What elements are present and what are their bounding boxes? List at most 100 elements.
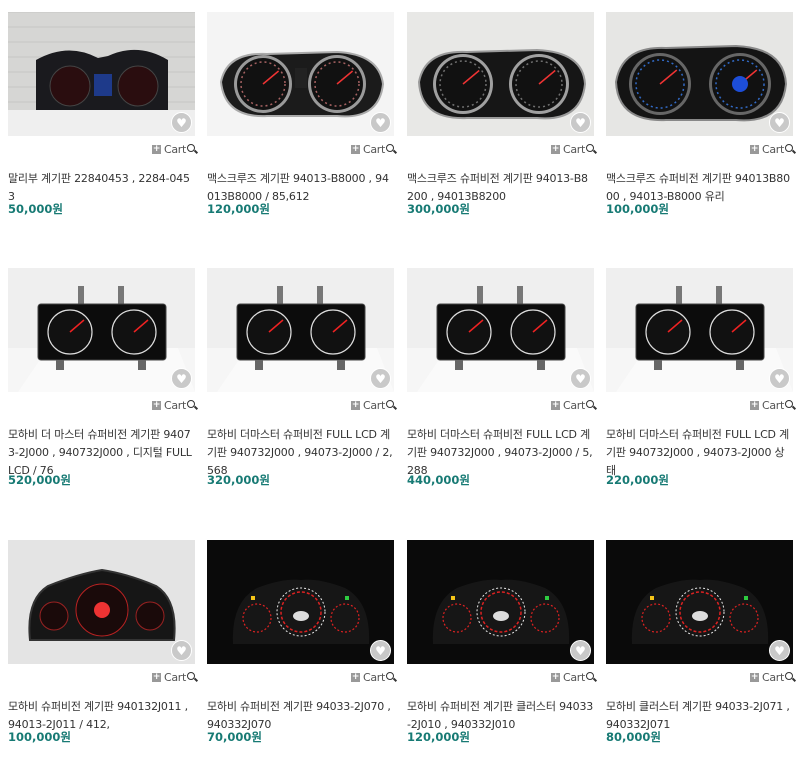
product-card[interactable]: ♥ + Cart 모하비 더마스터 슈퍼비전 FULL LCD 계기판 94073… — [407, 268, 594, 487]
product-image[interactable] — [606, 268, 793, 392]
plus-icon: + — [749, 399, 759, 410]
wishlist-heart-icon[interactable]: ♥ — [370, 112, 391, 133]
search-icon[interactable] — [386, 672, 394, 680]
wishlist-heart-icon[interactable]: ♥ — [570, 640, 591, 661]
search-icon[interactable] — [586, 672, 594, 680]
search-icon[interactable] — [187, 400, 195, 408]
add-to-cart-button[interactable]: + Cart — [550, 142, 594, 156]
search-icon[interactable] — [386, 144, 394, 152]
product-card[interactable]: ♥ + Cart 모하비 클러스터 계기판 94033-2J071 , 94033… — [606, 540, 793, 744]
product-card[interactable]: ♥ + Cart 맥스크루즈 슈퍼비전 계기판 94013B8000 , 9401… — [606, 12, 793, 216]
add-to-cart-button[interactable]: + Cart — [151, 142, 195, 156]
product-card[interactable]: ♥ + Cart 말리부 계기판 22840453 , 2284-0453 50,… — [8, 12, 195, 216]
dashboard-photo — [606, 12, 793, 136]
add-to-cart-button[interactable]: + Cart — [749, 670, 793, 684]
dashboard-photo — [207, 540, 394, 664]
add-to-cart-button[interactable]: + Cart — [151, 670, 195, 684]
wishlist-heart-icon[interactable]: ♥ — [171, 640, 192, 661]
product-price: 100,000원 — [8, 730, 71, 744]
product-price: 120,000원 — [207, 202, 270, 216]
plus-icon: + — [550, 399, 560, 410]
product-image[interactable] — [606, 540, 793, 664]
product-price: 440,000원 — [407, 473, 470, 487]
wishlist-heart-icon[interactable]: ♥ — [570, 368, 591, 389]
dashboard-photo — [207, 268, 394, 392]
plus-icon: + — [749, 143, 759, 154]
product-price: 320,000원 — [207, 473, 270, 487]
product-price: 120,000원 — [407, 730, 470, 744]
add-to-cart-button[interactable]: + Cart — [350, 670, 394, 684]
search-icon[interactable] — [586, 400, 594, 408]
product-image[interactable] — [407, 540, 594, 664]
cart-label: Cart — [163, 670, 186, 684]
product-price: 220,000원 — [606, 473, 669, 487]
cart-label: Cart — [562, 398, 585, 412]
dashboard-photo — [8, 268, 195, 392]
plus-icon: + — [550, 143, 560, 154]
search-icon[interactable] — [187, 672, 195, 680]
product-card[interactable]: ♥ + Cart 맥스크루즈 슈퍼비전 계기판 94013-B8200 , 940… — [407, 12, 594, 216]
search-icon[interactable] — [386, 400, 394, 408]
search-icon[interactable] — [785, 672, 793, 680]
product-card[interactable]: ♥ + Cart 모하비 슈퍼비전 계기판 940132J011 , 94013-… — [8, 540, 195, 744]
plus-icon: + — [350, 143, 360, 154]
add-to-cart-button[interactable]: + Cart — [749, 398, 793, 412]
plus-icon: + — [151, 143, 161, 154]
product-card[interactable]: ♥ + Cart 모하비 더마스터 슈퍼비전 FULL LCD 계기판 94073… — [606, 268, 793, 487]
cart-label: Cart — [761, 142, 784, 156]
product-price: 70,000원 — [207, 730, 262, 744]
product-image[interactable] — [407, 12, 594, 136]
product-card[interactable]: ♥ + Cart 모하비 더마스터 슈퍼비전 FULL LCD 계기판 94073… — [207, 268, 394, 487]
cart-label: Cart — [163, 398, 186, 412]
product-image[interactable] — [8, 12, 195, 136]
wishlist-heart-icon[interactable]: ♥ — [769, 368, 790, 389]
plus-icon: + — [350, 399, 360, 410]
wishlist-heart-icon[interactable]: ♥ — [370, 640, 391, 661]
add-to-cart-button[interactable]: + Cart — [350, 398, 394, 412]
cart-label: Cart — [562, 670, 585, 684]
product-card[interactable]: ♥ + Cart 모하비 더 마스터 슈퍼비전 계기판 94073-2J000 ,… — [8, 268, 195, 487]
wishlist-heart-icon[interactable]: ♥ — [769, 112, 790, 133]
product-image[interactable] — [207, 268, 394, 392]
dashboard-photo — [407, 268, 594, 392]
search-icon[interactable] — [187, 144, 195, 152]
product-card[interactable]: ♥ + Cart 맥스크루즈 계기판 94013-B8000 , 94013B80… — [207, 12, 394, 216]
wishlist-heart-icon[interactable]: ♥ — [171, 112, 192, 133]
product-card[interactable]: ♥ + Cart 모하비 슈퍼비전 계기판 클러스터 94033-2J010 , … — [407, 540, 594, 744]
add-to-cart-button[interactable]: + Cart — [550, 670, 594, 684]
add-to-cart-button[interactable]: + Cart — [550, 398, 594, 412]
product-image[interactable] — [606, 12, 793, 136]
search-icon[interactable] — [785, 400, 793, 408]
wishlist-heart-icon[interactable]: ♥ — [171, 368, 192, 389]
product-image[interactable] — [207, 540, 394, 664]
wishlist-heart-icon[interactable]: ♥ — [570, 112, 591, 133]
add-to-cart-button[interactable]: + Cart — [151, 398, 195, 412]
dashboard-photo — [606, 268, 793, 392]
product-price: 50,000원 — [8, 202, 63, 216]
cart-label: Cart — [761, 398, 784, 412]
product-image[interactable] — [8, 268, 195, 392]
cart-label: Cart — [163, 142, 186, 156]
cart-label: Cart — [761, 670, 784, 684]
cart-label: Cart — [362, 398, 385, 412]
product-price: 300,000원 — [407, 202, 470, 216]
add-to-cart-button[interactable]: + Cart — [350, 142, 394, 156]
product-image[interactable] — [407, 268, 594, 392]
product-price: 100,000원 — [606, 202, 669, 216]
wishlist-heart-icon[interactable]: ♥ — [769, 640, 790, 661]
product-card[interactable]: ♥ + Cart 모하비 슈퍼비전 계기판 94033-2J070 , 94033… — [207, 540, 394, 744]
add-to-cart-button[interactable]: + Cart — [749, 142, 793, 156]
product-image[interactable] — [207, 12, 394, 136]
plus-icon: + — [749, 671, 759, 682]
wishlist-heart-icon[interactable]: ♥ — [370, 368, 391, 389]
dashboard-photo — [207, 12, 394, 136]
plus-icon: + — [350, 671, 360, 682]
dashboard-photo — [407, 540, 594, 664]
dashboard-photo — [606, 540, 793, 664]
product-image[interactable] — [8, 540, 195, 664]
product-price: 80,000원 — [606, 730, 661, 744]
plus-icon: + — [550, 671, 560, 682]
search-icon[interactable] — [586, 144, 594, 152]
search-icon[interactable] — [785, 144, 793, 152]
plus-icon: + — [151, 399, 161, 410]
